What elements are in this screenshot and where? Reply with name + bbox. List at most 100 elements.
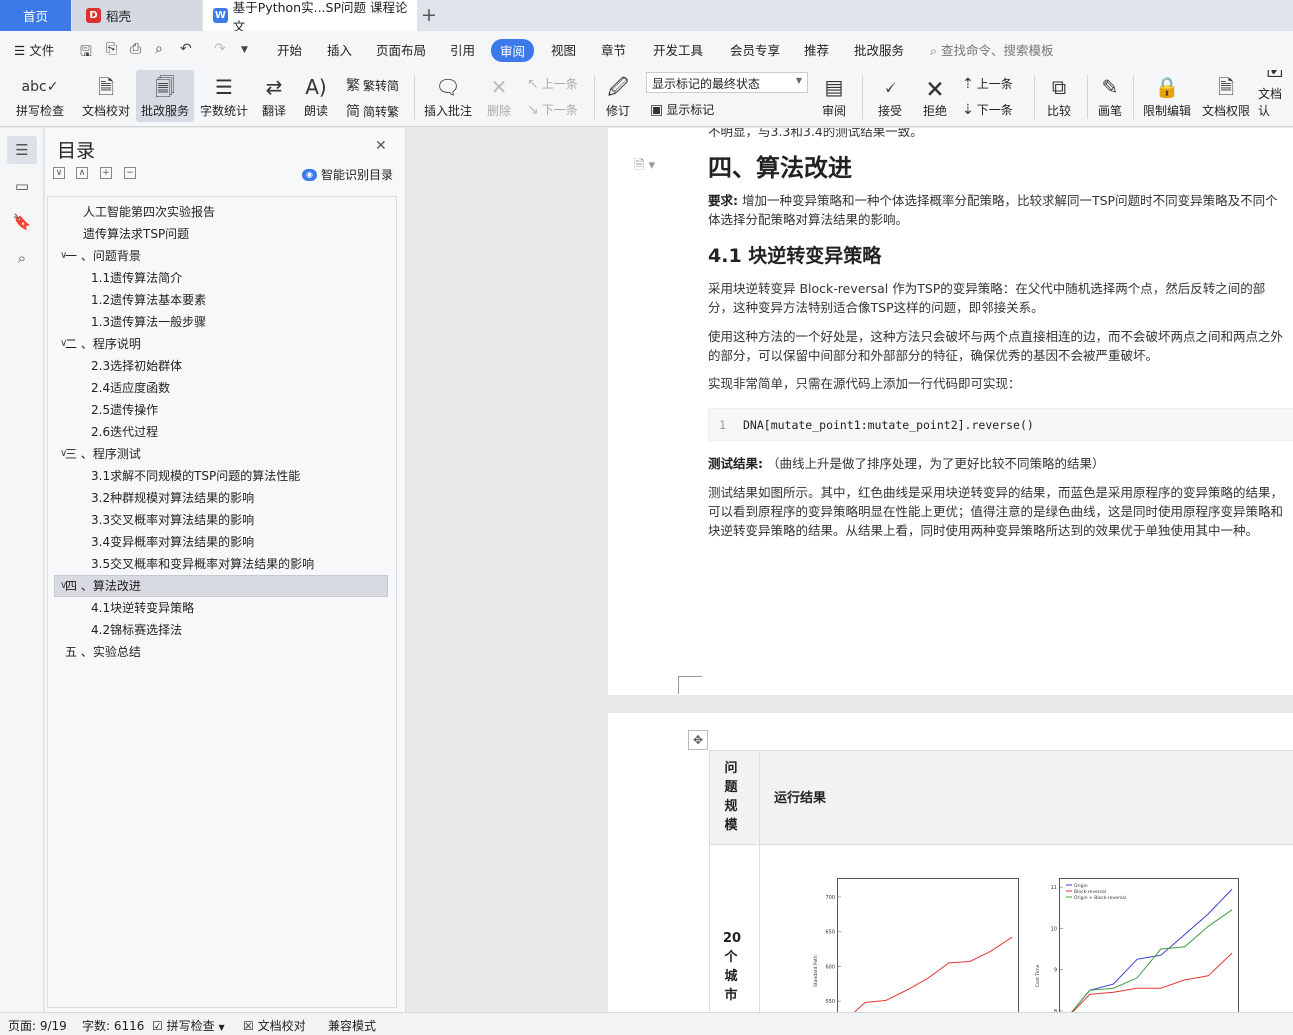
smart-detect-toc-button[interactable]: ◉ 智能识别目录: [302, 166, 393, 183]
series-line: [1071, 888, 1233, 1012]
word-count[interactable]: 字数: 6116: [82, 1017, 144, 1034]
next-change-button[interactable]: ⇣ 下一条: [962, 101, 1013, 118]
file-menu[interactable]: ☰ 文件: [14, 40, 54, 59]
insert-comment-button[interactable]: 🗨 插入批注: [421, 70, 475, 122]
chart-cost-time: 111098OriginBlock-reversalOrigin + Block…: [1036, 878, 1239, 1012]
status-spellcheck[interactable]: ☑ 拼写检查 ▼: [152, 1017, 225, 1034]
pen-button[interactable]: ✎ 画笔: [1094, 70, 1126, 122]
paragraph-cut-line: 不明显，与3.3和3.4的测试结果一致。: [708, 128, 923, 139]
expand-all-icon[interactable]: ∨: [53, 167, 65, 179]
revise-button[interactable]: 🖉 修订: [600, 70, 636, 122]
toc-item[interactable]: 3.1求解不同规模的TSP问题的算法性能: [91, 465, 300, 487]
compare-button[interactable]: ⧉ 比较: [1040, 70, 1078, 122]
toc-item[interactable]: 人工智能第四次实验报告: [83, 201, 215, 223]
redo-icon[interactable]: ↷: [214, 41, 226, 57]
doc-cert-button[interactable]: 🗹 文档认: [1258, 70, 1293, 122]
menu-chapter[interactable]: 章节: [601, 40, 626, 59]
toc-item[interactable]: 四 、算法改进: [65, 575, 141, 597]
review-service-button[interactable]: 🗐 批改服务: [136, 70, 194, 122]
find-icon[interactable]: ⌕: [7, 244, 37, 272]
word-count-icon: ☰: [215, 75, 233, 99]
toc-item[interactable]: 2.5遗传操作: [91, 399, 158, 421]
spellcheck-button[interactable]: abc✓ 拼写检查: [10, 70, 70, 122]
delete-comment-button[interactable]: ✕ 删除: [480, 70, 518, 122]
simp-to-trad-button[interactable]: 简简转繁: [346, 101, 399, 121]
bookmark-icon[interactable]: 🔖: [7, 208, 37, 236]
review-pane-button[interactable]: ▤ 审阅: [814, 70, 854, 122]
reject-button[interactable]: 🗙 拒绝: [915, 70, 955, 122]
toc-item[interactable]: 1.2遗传算法基本要素: [91, 289, 206, 311]
close-icon[interactable]: ✕: [375, 138, 387, 154]
accept-button[interactable]: 🗸 接受: [870, 70, 910, 122]
table-move-handle[interactable]: ✥: [688, 730, 708, 750]
word-count-button[interactable]: ☰ 字数统计: [197, 70, 251, 122]
tab-daoke-label: 稻壳: [106, 9, 132, 24]
tab-home[interactable]: 首页: [0, 0, 71, 31]
toc-item[interactable]: 1.3遗传算法一般步骤: [91, 311, 206, 333]
menu-recommend[interactable]: 推荐: [804, 40, 829, 59]
trad-to-simp-button[interactable]: 繁繁转简: [346, 75, 399, 95]
toc-item[interactable]: 1.1遗传算法简介: [91, 267, 182, 289]
toc-item[interactable]: 二 、程序说明: [65, 333, 141, 355]
y-axis-label: Standard Path: [814, 955, 819, 987]
menu-developer[interactable]: 开发工具: [653, 40, 703, 59]
toc-item[interactable]: 3.2种群规模对算法结果的影响: [91, 487, 254, 509]
toc-item[interactable]: 3.4变异概率对算法结果的影响: [91, 531, 254, 553]
page-indicator[interactable]: 页面: 9/19: [8, 1017, 67, 1034]
restrict-edit-button[interactable]: 🔒 限制编辑: [1140, 70, 1194, 122]
toc-nav-icon[interactable]: ☰: [7, 136, 37, 164]
toc-item[interactable]: 4.2锦标赛选择法: [91, 619, 182, 641]
ribbon-separator: [1034, 75, 1035, 119]
toc-item[interactable]: 三 、程序测试: [65, 443, 141, 465]
print-icon[interactable]: ⎙: [130, 41, 141, 57]
toc-item[interactable]: 五 、实验总结: [65, 641, 141, 663]
menu-page-layout[interactable]: 页面布局: [376, 40, 426, 59]
status-doc-check[interactable]: ☒ 文档校对: [243, 1017, 306, 1034]
toc-item[interactable]: 4.1块逆转变异策略: [91, 597, 194, 619]
prev-comment-label: 上一条: [541, 77, 578, 91]
prev-comment-button[interactable]: ↖ 上一条: [527, 75, 578, 92]
doc-edit-icon[interactable]: 🗎 ▾: [634, 156, 655, 178]
doc-permission-button[interactable]: 🗎 文档权限: [1199, 70, 1253, 122]
menu-insert[interactable]: 插入: [327, 40, 352, 59]
toc-item[interactable]: 2.3选择初始群体: [91, 355, 182, 377]
toc-item[interactable]: 3.3交叉概率对算法结果的影响: [91, 509, 254, 531]
remove-heading-icon[interactable]: −: [124, 167, 136, 179]
print-preview-icon[interactable]: ⌕: [155, 41, 163, 57]
read-aloud-icon: A): [305, 75, 327, 99]
chapter-nav-icon[interactable]: ▭: [7, 172, 37, 200]
tab-daoke[interactable]: D 稻壳: [72, 0, 202, 31]
command-search[interactable]: ⌕ 查找命令、搜索模板: [930, 40, 1054, 59]
toc-item[interactable]: 一 、问题背景: [65, 245, 141, 267]
quick-access-dropdown-icon[interactable]: ▼: [241, 45, 248, 55]
show-markup-button[interactable]: ▣ 显示标记: [650, 101, 714, 118]
toc-item[interactable]: 遗传算法求TSP问题: [83, 223, 189, 245]
next-comment-button[interactable]: ↘ 下一条: [527, 101, 578, 118]
save-icon[interactable]: 🖫: [80, 41, 92, 65]
menu-member[interactable]: 会员专享: [730, 40, 780, 59]
markup-state-select[interactable]: 显示标记的最终状态 ▼: [646, 72, 808, 93]
tab-document[interactable]: W 基于Python实...SP问题 课程论文: [203, 0, 417, 34]
menu-view[interactable]: 视图: [551, 40, 576, 59]
menu-review-service[interactable]: 批改服务: [854, 40, 904, 59]
export-icon[interactable]: ⎘: [106, 41, 117, 57]
collapse-all-icon[interactable]: ∧: [76, 167, 88, 179]
toc-item[interactable]: 2.4适应度函数: [91, 377, 170, 399]
new-tab-button[interactable]: +: [420, 4, 438, 26]
prev-change-button[interactable]: ⇡ 上一条: [962, 75, 1013, 92]
tab-document-label: 基于Python实...SP问题 课程论文: [232, 0, 408, 34]
menu-start[interactable]: 开始: [277, 40, 302, 59]
menu-review[interactable]: 审阅: [491, 39, 535, 62]
toc-item[interactable]: 3.5交叉概率和变异概率对算法结果的影响: [91, 553, 314, 575]
accept-label: 接受: [877, 104, 902, 118]
menu-references[interactable]: 引用: [450, 40, 475, 59]
doc-check-button[interactable]: 🗎 文档校对: [78, 70, 134, 122]
add-heading-icon[interactable]: +: [100, 167, 112, 179]
header-char: 规: [724, 799, 738, 814]
doc-permission-icon: 🗎: [1217, 75, 1235, 99]
toc-item[interactable]: 2.6迭代过程: [91, 421, 158, 443]
undo-icon[interactable]: ↶: [180, 41, 192, 57]
read-aloud-button[interactable]: A) 朗读: [300, 70, 332, 122]
pen-icon: ✎: [1101, 75, 1119, 99]
translate-button[interactable]: ⇄ 翻译: [256, 70, 292, 122]
